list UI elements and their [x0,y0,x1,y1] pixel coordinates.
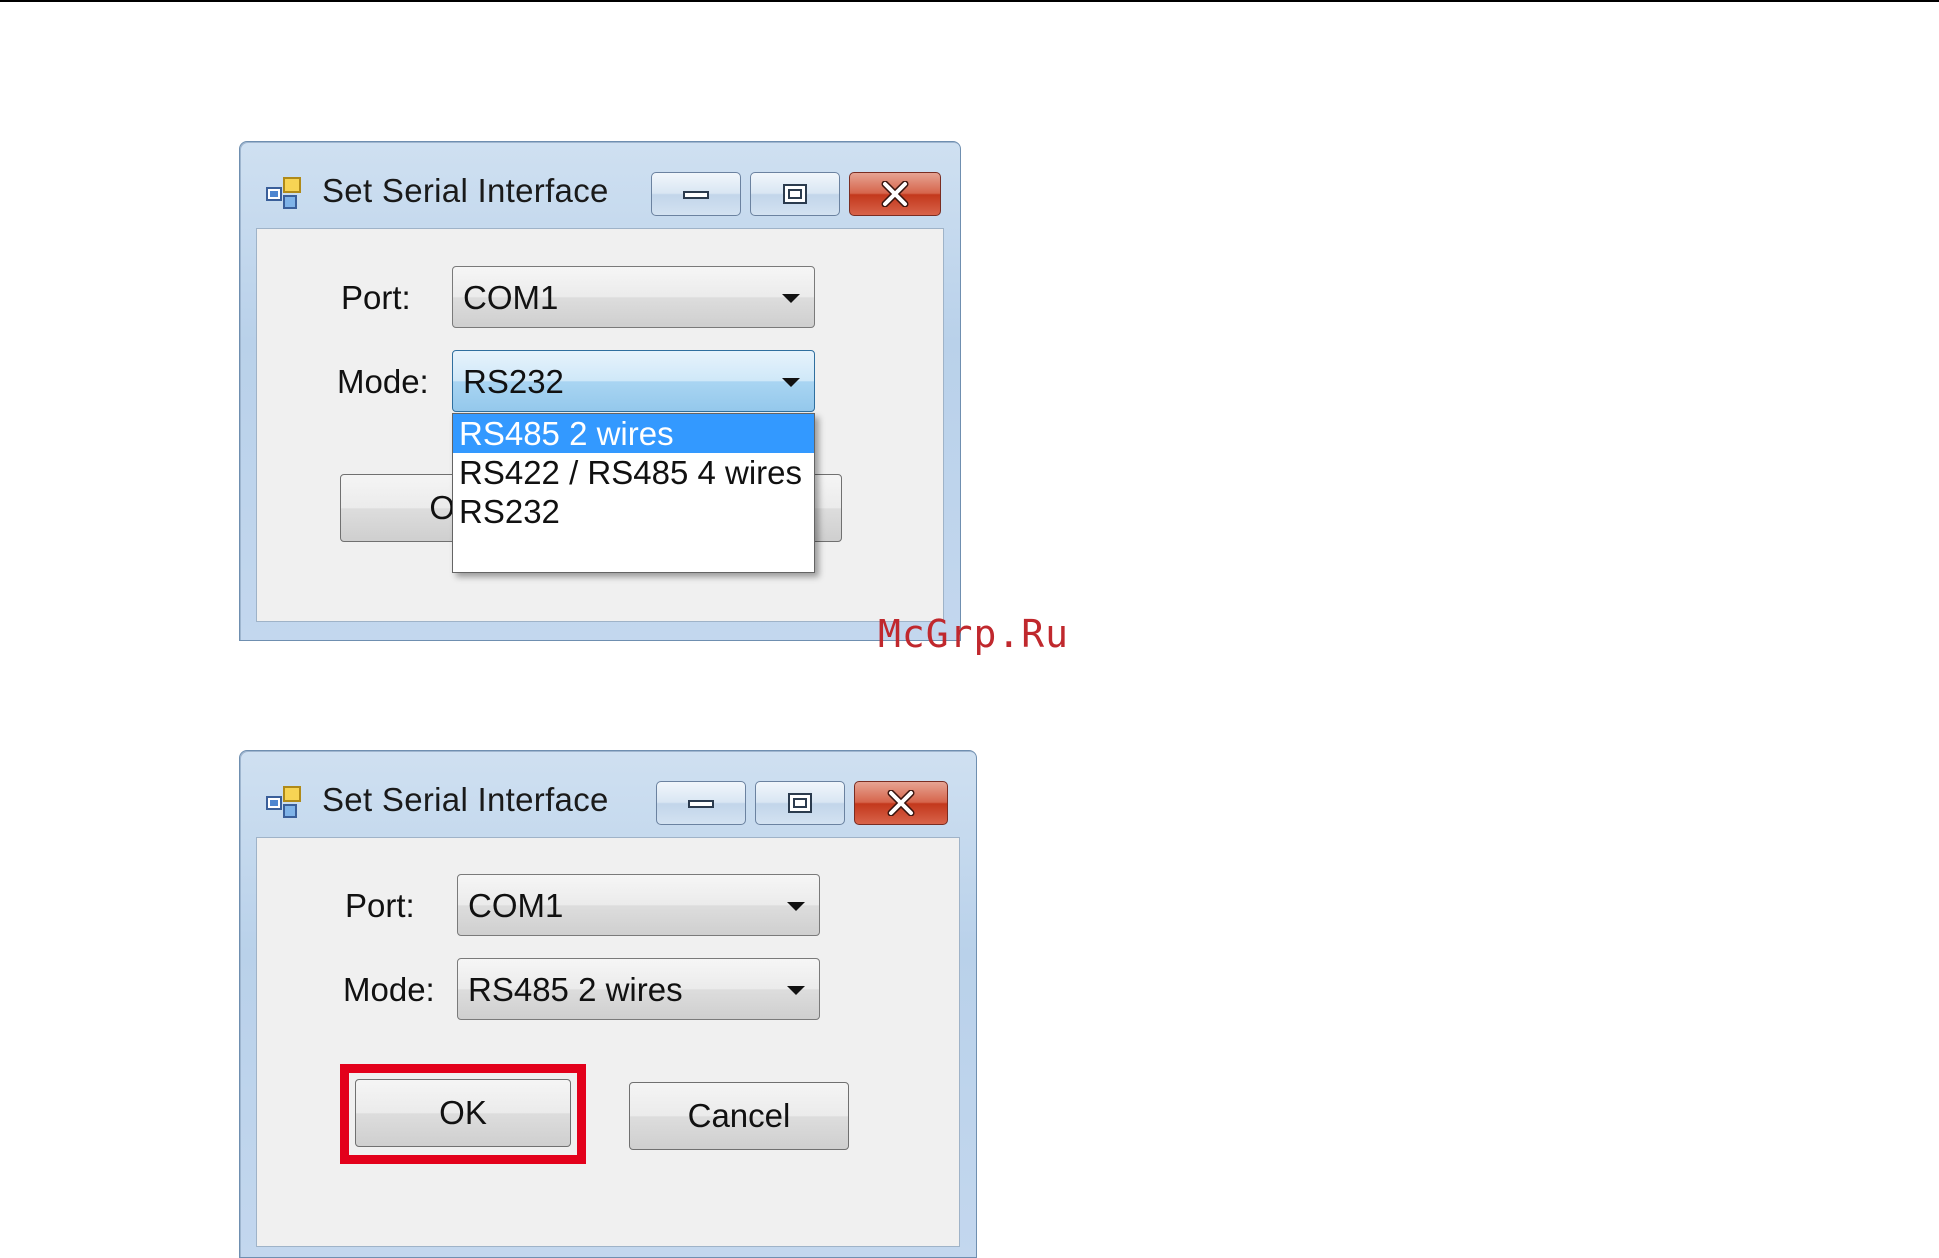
title-bar[interactable]: Set Serial Interface [240,142,960,228]
close-button[interactable] [849,172,941,216]
chevron-down-icon [782,378,800,387]
close-button[interactable] [854,781,948,825]
port-value: COM1 [468,887,564,924]
maximize-button[interactable] [750,172,840,216]
minimize-button[interactable] [651,172,741,216]
port-combobox[interactable]: COM1 [457,874,820,936]
mode-value: RS485 2 wires [468,971,683,1008]
watermark-text: McGrp.Ru [878,612,1070,656]
port-label: Port: [345,887,415,924]
minimize-icon [688,800,714,808]
dialog-set-serial-interface-result: Set Serial Interface Port: COM1 Mode: RS… [239,750,977,1258]
mode-combobox[interactable]: RS485 2 wires [457,958,820,1020]
app-window-icon [266,177,301,209]
dropdown-option-rs422-rs485-4-wires[interactable]: RS422 / RS485 4 wires [453,453,814,492]
mode-label: Mode: [337,363,429,400]
chevron-down-icon [787,902,805,911]
title-bar[interactable]: Set Serial Interface [240,751,976,837]
mode-dropdown-list[interactable]: RS485 2 wires RS422 / RS485 4 wires RS23… [452,413,815,573]
mode-value: RS232 [463,363,564,400]
mode-combobox[interactable]: RS232 [452,350,815,412]
close-icon [887,790,915,816]
ok-button-label: OK [439,1094,487,1131]
close-icon [881,181,909,207]
maximize-icon [788,793,812,813]
chevron-down-icon [787,986,805,995]
cancel-button[interactable]: Cancel [629,1082,849,1150]
dropdown-option-rs232[interactable]: RS232 [453,492,814,531]
maximize-button[interactable] [755,781,845,825]
minimize-icon [683,191,709,199]
window-title: Set Serial Interface [322,172,609,209]
ok-button[interactable]: OK [355,1079,571,1147]
port-value: COM1 [463,279,559,316]
minimize-button[interactable] [656,781,746,825]
maximize-icon [783,184,807,204]
cancel-button-label: Cancel [687,1097,791,1134]
dialog-set-serial-interface-open: Set Serial Interface Port: COM1 Mode: RS… [239,141,961,641]
port-combobox[interactable]: COM1 [452,266,815,328]
port-label: Port: [341,279,411,316]
window-title: Set Serial Interface [322,781,609,818]
dropdown-option-rs485-2-wires[interactable]: RS485 2 wires [453,414,814,453]
page-top-rule [0,0,1939,2]
chevron-down-icon [782,294,800,303]
mode-label: Mode: [343,971,435,1008]
ok-button[interactable]: O [340,474,460,542]
app-window-icon [266,786,301,818]
